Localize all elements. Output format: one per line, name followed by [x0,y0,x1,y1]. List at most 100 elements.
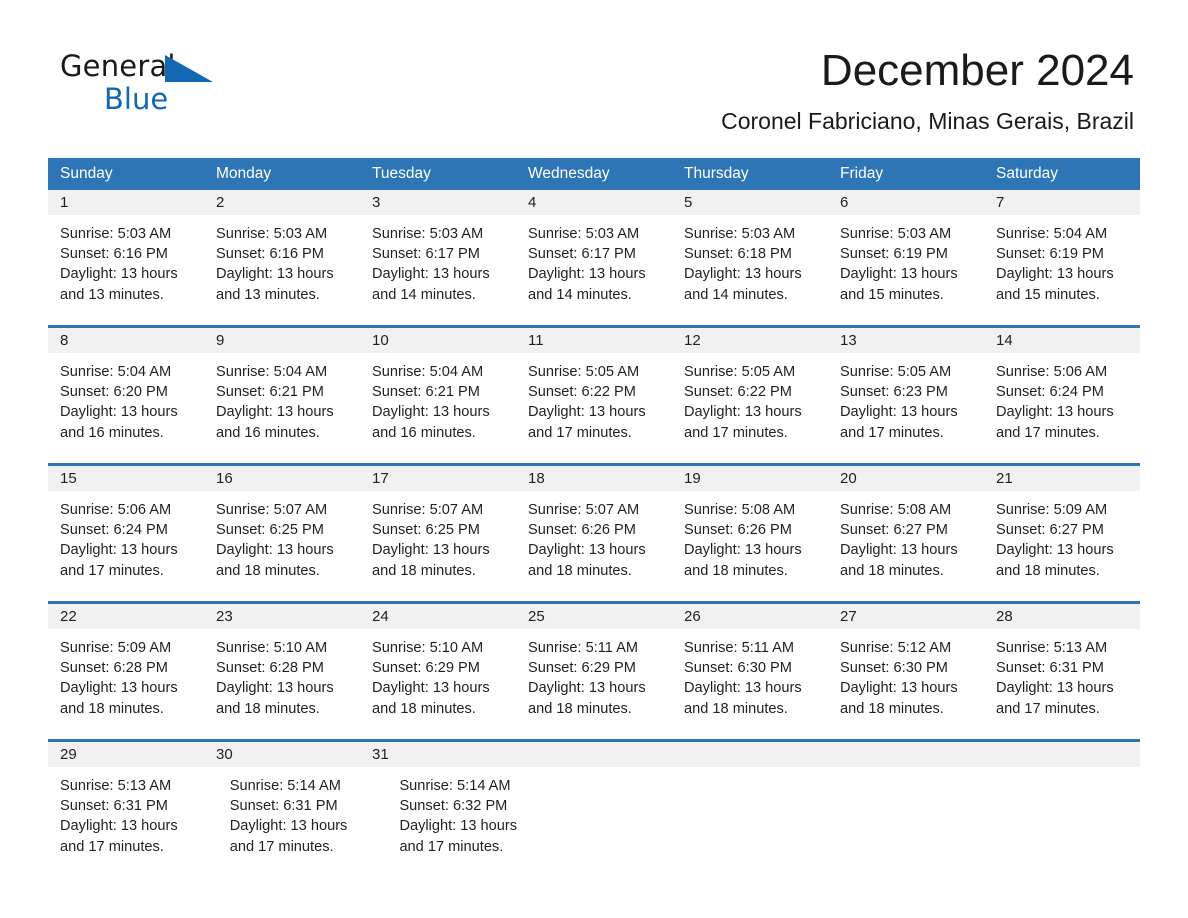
day-cell[interactable]: Sunrise: 5:04 AM Sunset: 6:21 PM Dayligh… [204,353,360,463]
day-cell[interactable]: Sunrise: 5:06 AM Sunset: 6:24 PM Dayligh… [984,353,1140,463]
day-cell[interactable]: Sunrise: 5:06 AM Sunset: 6:24 PM Dayligh… [48,491,204,601]
day-cell[interactable]: Sunrise: 5:03 AM Sunset: 6:16 PM Dayligh… [204,215,360,325]
day-number[interactable]: 23 [204,604,360,629]
day-number[interactable]: 8 [48,328,204,353]
daylight-text-line1: Daylight: 13 hours [996,680,1114,697]
day-number[interactable]: 25 [516,604,672,629]
day-number[interactable]: 11 [516,328,672,353]
daylight-text-line1: Daylight: 13 hours [60,542,178,559]
day-number[interactable]: 5 [672,190,828,215]
day-number[interactable]: 24 [360,604,516,629]
day-number[interactable]: 6 [828,190,984,215]
day-cell[interactable]: Sunrise: 5:03 AM Sunset: 6:17 PM Dayligh… [516,215,672,325]
day-cell[interactable]: Sunrise: 5:05 AM Sunset: 6:22 PM Dayligh… [672,353,828,463]
day-number-band: 29 30 31 [48,742,1140,767]
day-number-empty [516,742,672,767]
day-cell[interactable]: Sunrise: 5:14 AM Sunset: 6:31 PM Dayligh… [218,767,388,877]
sunrise-text: Sunrise: 5:10 AM [372,640,484,656]
day-number[interactable]: 15 [48,466,204,491]
day-number[interactable]: 12 [672,328,828,353]
daylight-text-line2: and 14 minutes. [528,286,632,303]
daylight-text-line1: Daylight: 13 hours [840,266,958,283]
sunset-text: Sunset: 6:30 PM [840,660,948,677]
day-cell[interactable]: Sunrise: 5:09 AM Sunset: 6:27 PM Dayligh… [984,491,1140,601]
day-number[interactable]: 26 [672,604,828,629]
day-number[interactable]: 22 [48,604,204,629]
sunset-text: Sunset: 6:25 PM [216,522,324,539]
calendar-week-row: 8 9 10 11 12 13 14 Sunrise: 5:04 AM Suns… [48,325,1140,463]
day-cell[interactable]: Sunrise: 5:07 AM Sunset: 6:25 PM Dayligh… [360,491,516,601]
day-number[interactable]: 7 [984,190,1140,215]
sunrise-text: Sunrise: 5:03 AM [216,226,328,242]
day-cell[interactable]: Sunrise: 5:07 AM Sunset: 6:25 PM Dayligh… [204,491,360,601]
day-detail-band: Sunrise: 5:09 AM Sunset: 6:28 PM Dayligh… [48,629,1140,739]
day-number[interactable]: 29 [48,742,204,767]
day-cell[interactable]: Sunrise: 5:03 AM Sunset: 6:16 PM Dayligh… [48,215,204,325]
day-cell[interactable]: Sunrise: 5:10 AM Sunset: 6:29 PM Dayligh… [360,629,516,739]
day-number[interactable]: 19 [672,466,828,491]
sunrise-text: Sunrise: 5:12 AM [840,640,952,656]
daylight-text-line2: and 17 minutes. [684,424,788,441]
sunset-text: Sunset: 6:22 PM [528,384,636,401]
day-number[interactable]: 17 [360,466,516,491]
day-cell[interactable]: Sunrise: 5:13 AM Sunset: 6:31 PM Dayligh… [984,629,1140,739]
sunrise-text: Sunrise: 5:06 AM [996,364,1108,380]
weekday-header-friday: Friday [840,165,884,182]
sunrise-text: Sunrise: 5:04 AM [996,226,1108,242]
day-number[interactable]: 18 [516,466,672,491]
daylight-text-line2: and 17 minutes. [399,838,504,855]
day-cell[interactable]: Sunrise: 5:05 AM Sunset: 6:22 PM Dayligh… [516,353,672,463]
day-cell[interactable]: Sunrise: 5:11 AM Sunset: 6:30 PM Dayligh… [672,629,828,739]
daylight-text-line1: Daylight: 13 hours [840,404,958,421]
title-block: December 2024 Coronel Fabriciano, Minas … [374,46,1134,134]
day-cell[interactable]: Sunrise: 5:11 AM Sunset: 6:29 PM Dayligh… [516,629,672,739]
day-cell[interactable]: Sunrise: 5:04 AM Sunset: 6:20 PM Dayligh… [48,353,204,463]
day-cell[interactable]: Sunrise: 5:03 AM Sunset: 6:19 PM Dayligh… [828,215,984,325]
day-number[interactable]: 4 [516,190,672,215]
day-number[interactable]: 13 [828,328,984,353]
day-cell[interactable]: Sunrise: 5:10 AM Sunset: 6:28 PM Dayligh… [204,629,360,739]
day-cell[interactable]: Sunrise: 5:09 AM Sunset: 6:28 PM Dayligh… [48,629,204,739]
day-number-empty [984,742,1140,767]
day-cell[interactable]: Sunrise: 5:13 AM Sunset: 6:31 PM Dayligh… [48,767,218,877]
weekday-header-thursday: Thursday [684,165,749,182]
sunrise-text: Sunrise: 5:07 AM [372,502,484,518]
day-cell[interactable]: Sunrise: 5:05 AM Sunset: 6:23 PM Dayligh… [828,353,984,463]
day-cell[interactable]: Sunrise: 5:03 AM Sunset: 6:17 PM Dayligh… [360,215,516,325]
day-cell[interactable]: Sunrise: 5:14 AM Sunset: 6:32 PM Dayligh… [387,767,557,877]
calendar-week-row: 15 16 17 18 19 20 21 Sunrise: 5:06 AM Su… [48,463,1140,601]
day-cell[interactable]: Sunrise: 5:04 AM Sunset: 6:19 PM Dayligh… [984,215,1140,325]
daylight-text-line1: Daylight: 13 hours [60,404,178,421]
daylight-text-line2: and 17 minutes. [60,562,164,579]
day-number[interactable]: 10 [360,328,516,353]
day-number[interactable]: 28 [984,604,1140,629]
day-number[interactable]: 27 [828,604,984,629]
day-number[interactable]: 21 [984,466,1140,491]
day-cell[interactable]: Sunrise: 5:04 AM Sunset: 6:21 PM Dayligh… [360,353,516,463]
brand-logo[interactable]: General Blue [60,52,260,116]
day-number-band: 1 2 3 4 5 6 7 [48,190,1140,215]
day-number[interactable]: 9 [204,328,360,353]
day-cell[interactable]: Sunrise: 5:03 AM Sunset: 6:18 PM Dayligh… [672,215,828,325]
daylight-text-line2: and 15 minutes. [996,286,1100,303]
sunset-text: Sunset: 6:21 PM [216,384,324,401]
day-number[interactable]: 3 [360,190,516,215]
day-number[interactable]: 20 [828,466,984,491]
daylight-text-line1: Daylight: 13 hours [684,680,802,697]
day-number[interactable]: 14 [984,328,1140,353]
day-cell[interactable]: Sunrise: 5:08 AM Sunset: 6:27 PM Dayligh… [828,491,984,601]
day-number[interactable]: 30 [204,742,360,767]
sunrise-text: Sunrise: 5:05 AM [840,364,952,380]
day-cell[interactable]: Sunrise: 5:12 AM Sunset: 6:30 PM Dayligh… [828,629,984,739]
day-number[interactable]: 1 [48,190,204,215]
weekday-header-saturday: Saturday [996,165,1059,182]
day-cell[interactable]: Sunrise: 5:07 AM Sunset: 6:26 PM Dayligh… [516,491,672,601]
day-number[interactable]: 31 [360,742,516,767]
day-number[interactable]: 2 [204,190,360,215]
day-number[interactable]: 16 [204,466,360,491]
sunset-text: Sunset: 6:17 PM [372,246,480,263]
daylight-text-line1: Daylight: 13 hours [684,542,802,559]
sunset-text: Sunset: 6:29 PM [372,660,480,677]
day-cell[interactable]: Sunrise: 5:08 AM Sunset: 6:26 PM Dayligh… [672,491,828,601]
daylight-text-line1: Daylight: 13 hours [996,266,1114,283]
